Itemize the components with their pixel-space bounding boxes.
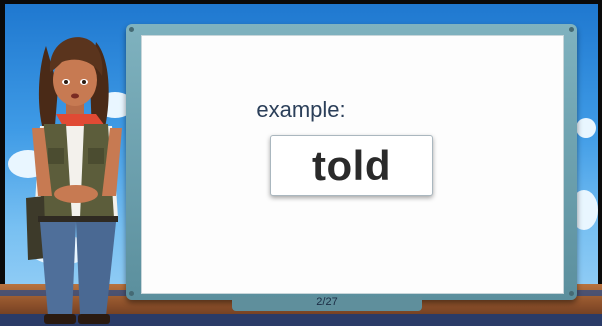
frame-bolt [569, 291, 574, 296]
slide-counter: 2/27 [316, 296, 338, 308]
frame-bolt [569, 27, 574, 32]
top-edge [0, 0, 602, 4]
teacher-character [26, 37, 122, 324]
right-edge [598, 0, 602, 326]
lesson-scene: example: told 2/27 [0, 0, 602, 326]
example-word: told [312, 141, 391, 189]
left-edge [0, 0, 5, 326]
word-card: told [270, 135, 433, 196]
